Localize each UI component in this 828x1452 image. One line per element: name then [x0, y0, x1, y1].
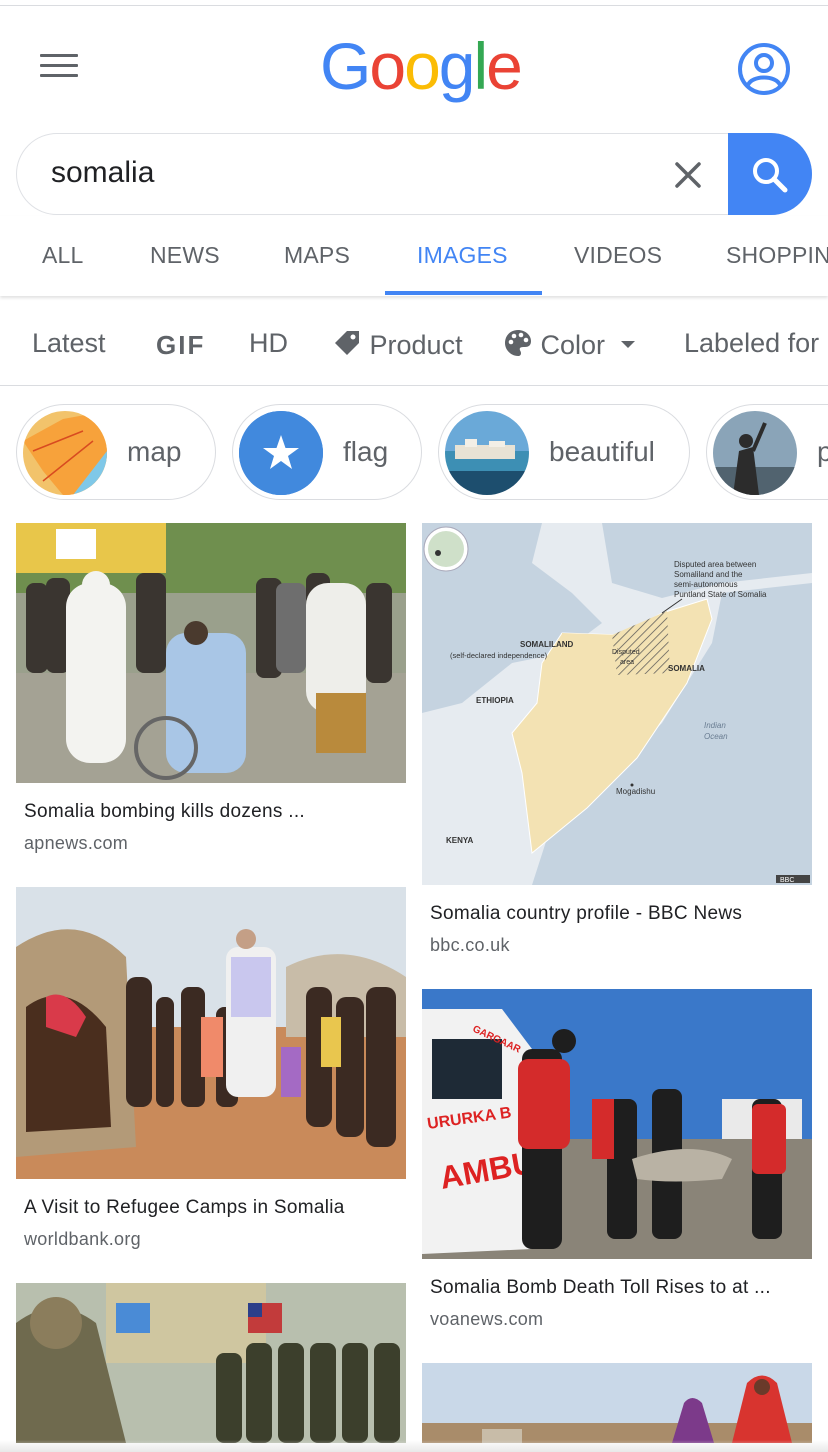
- tab-maps[interactable]: MAPS: [284, 242, 350, 269]
- logo-letter-1: G: [320, 29, 371, 103]
- chip-flag[interactable]: flag: [232, 404, 422, 500]
- filter-gif[interactable]: GIF: [156, 330, 205, 361]
- chip-beautiful[interactable]: beautiful: [438, 404, 690, 500]
- result-4-image[interactable]: URURKA B AMBU GARGAAR: [422, 989, 812, 1259]
- result-4-source: voanews.com: [430, 1309, 544, 1329]
- result-2-source: bbc.co.uk: [430, 935, 510, 955]
- result-2-title[interactable]: Somalia country profile - BBC News: [430, 903, 812, 925]
- filter-product[interactable]: Product: [332, 328, 463, 361]
- map-label-disputed-area: area: [620, 659, 634, 666]
- result-3-title[interactable]: A Visit to Refugee Camps in Somalia: [24, 1197, 406, 1219]
- chip-p-label: p: [817, 436, 828, 467]
- result-5-image[interactable]: [16, 1283, 406, 1443]
- chip-map-label: map: [127, 436, 182, 467]
- map-disputed-note-1: Disputed area between: [674, 560, 756, 569]
- chip-flag-label: flag: [343, 436, 389, 467]
- logo-letter-5: l: [473, 29, 489, 103]
- map-label-ocean: Ocean: [704, 732, 728, 741]
- map-disputed-note-3: semi-autonomous: [674, 580, 738, 589]
- tab-images[interactable]: IMAGES: [417, 242, 508, 269]
- map-disputed-note-4: Puntland State of Somalia: [674, 590, 767, 599]
- result-1-source: apnews.com: [24, 833, 129, 853]
- tag-icon: [335, 331, 359, 355]
- result-4-title[interactable]: Somalia Bomb Death Toll Rises to at ...: [430, 1277, 812, 1299]
- tab-videos[interactable]: VIDEOS: [574, 242, 662, 269]
- search-button[interactable]: [728, 133, 812, 215]
- map-label-disputed: Disputed: [612, 649, 640, 656]
- image-filters: Latest GIF HD Product Color Labeled for: [0, 300, 828, 386]
- filter-product-label: Product: [369, 330, 463, 360]
- filter-labeled-label: Labeled for: [684, 328, 820, 358]
- image-result-5[interactable]: [16, 1283, 406, 1443]
- map-label-somaliland-sub: (self-declared independence): [450, 651, 548, 660]
- image-result-4[interactable]: URURKA B AMBU GARGAAR Somalia Bomb Death…: [422, 989, 812, 1330]
- filter-latest-label: Latest: [32, 328, 106, 358]
- hamburger-menu-icon[interactable]: [40, 54, 78, 78]
- image-result-1[interactable]: Somalia bombing kills dozens ... apnews.…: [16, 523, 406, 854]
- close-icon[interactable]: [669, 156, 707, 194]
- tab-all[interactable]: ALL: [42, 242, 84, 269]
- result-1-image[interactable]: [16, 523, 406, 783]
- map-label-somaliland: SOMALILAND: [520, 640, 574, 649]
- flag-thumbnail: [239, 411, 323, 495]
- account-circle-icon[interactable]: [736, 41, 792, 97]
- logo-letter-3: o: [404, 29, 441, 103]
- filter-color-label: Color: [540, 330, 606, 360]
- search-icon: [753, 158, 788, 193]
- image-result-2[interactable]: Disputed area between Somaliland and the…: [422, 523, 812, 956]
- tab-news[interactable]: NEWS: [150, 242, 220, 269]
- soldiers-thumbnail: [713, 411, 797, 495]
- tab-shopping[interactable]: SHOPPIN: [726, 242, 828, 269]
- result-2-image[interactable]: Disputed area between Somaliland and the…: [422, 523, 812, 885]
- caret-down-icon: [620, 341, 635, 348]
- filter-color[interactable]: Color: [503, 328, 637, 361]
- map-label-mogadishu: Mogadishu: [616, 787, 655, 796]
- related-searches: map flag beautiful p: [0, 400, 828, 504]
- logo-letter-2: o: [369, 29, 406, 103]
- result-3-source: worldbank.org: [24, 1229, 141, 1249]
- result-3-image[interactable]: [16, 887, 406, 1179]
- search-tabs: ALL NEWS MAPS IMAGES VIDEOS SHOPPIN: [0, 216, 828, 296]
- map-credit: BBC: [780, 877, 794, 884]
- palette-icon: [505, 330, 531, 356]
- active-tab-indicator: [385, 291, 542, 295]
- google-logo[interactable]: Google: [320, 28, 523, 104]
- filter-gif-label: GIF: [156, 330, 206, 360]
- image-result-3[interactable]: A Visit to Refugee Camps in Somalia worl…: [16, 887, 406, 1250]
- map-thumbnail: [23, 411, 107, 495]
- chip-beautiful-label: beautiful: [549, 436, 655, 467]
- filter-latest[interactable]: Latest: [32, 328, 106, 359]
- map-label-indian: Indian: [704, 721, 726, 730]
- bottom-edge: [0, 1440, 828, 1452]
- search-input[interactable]: [51, 156, 611, 190]
- map-disputed-note-2: Somaliland and the: [674, 570, 743, 579]
- beach-thumbnail: [445, 411, 529, 495]
- logo-letter-4: g: [438, 29, 476, 103]
- logo-letter-6: e: [486, 29, 523, 103]
- chip-map[interactable]: map: [16, 404, 216, 500]
- search-box: [16, 133, 812, 215]
- filter-hd-label: HD: [249, 328, 288, 358]
- result-1-title[interactable]: Somalia bombing kills dozens ...: [24, 801, 406, 823]
- filter-hd[interactable]: HD: [249, 328, 288, 359]
- map-label-ethiopia: ETHIOPIA: [476, 696, 514, 705]
- filter-labeled-for-reuse[interactable]: Labeled for: [684, 328, 828, 359]
- map-label-kenya: KENYA: [446, 836, 473, 845]
- top-border: [0, 0, 828, 6]
- map-label-somalia: SOMALIA: [668, 664, 705, 673]
- result-6-image[interactable]: [422, 1363, 812, 1443]
- image-result-6[interactable]: [422, 1363, 812, 1443]
- chip-p[interactable]: p: [706, 404, 828, 500]
